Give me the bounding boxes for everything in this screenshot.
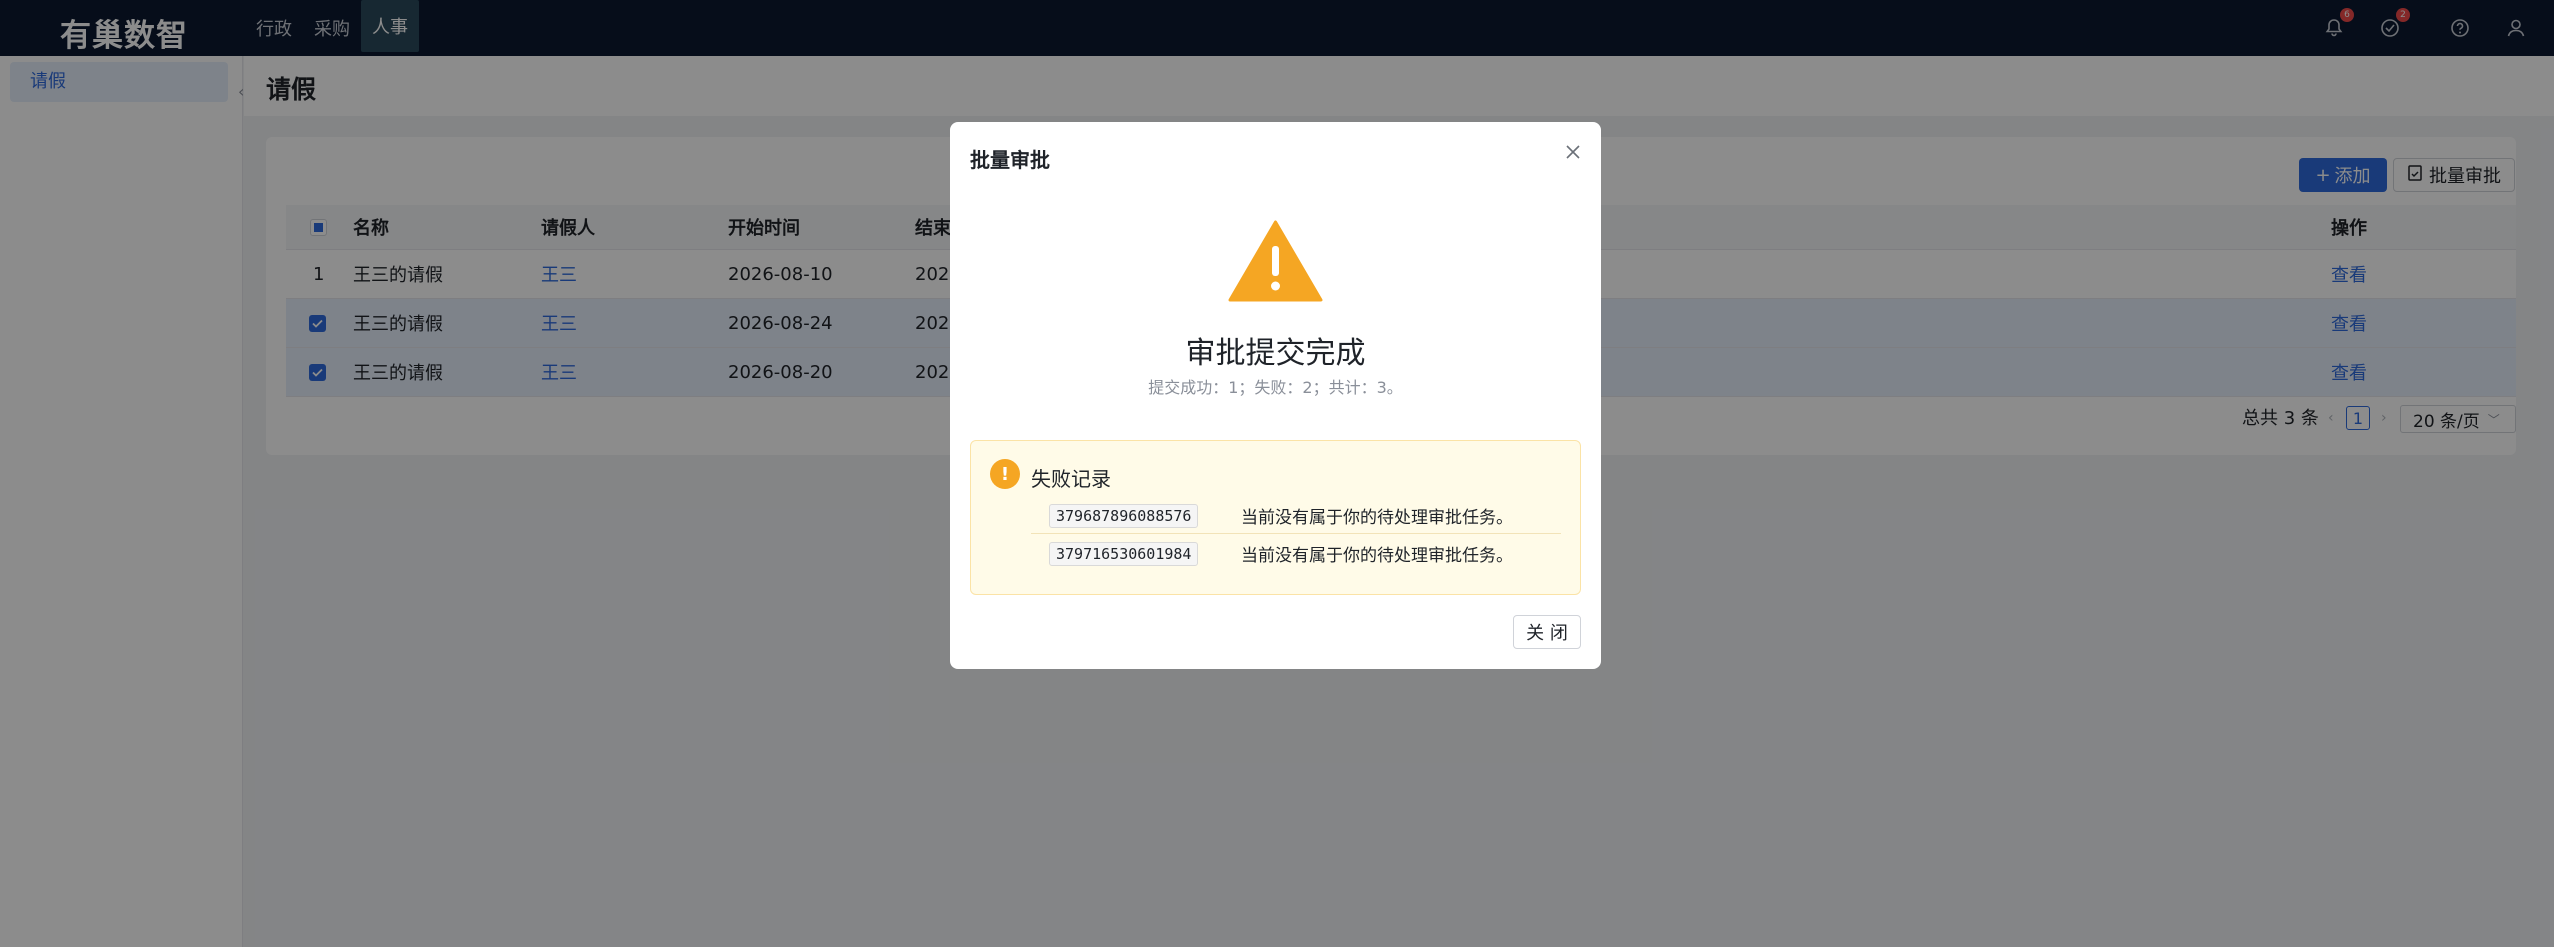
batch-approve-modal: 批量审批 审批提交完成 提交成功：1；失败：2；共计：3。 ! 失败记录 379… bbox=[950, 122, 1601, 669]
failure-record-id: 379716530601984 bbox=[1049, 542, 1199, 566]
failure-record-message: 当前没有属于你的待处理审批任务。 bbox=[1241, 546, 1513, 566]
result-summary: 提交成功：1；失败：2；共计：3。 bbox=[1148, 378, 1403, 397]
close-button[interactable]: 关 闭 bbox=[1513, 615, 1581, 649]
result-title: 审批提交完成 bbox=[1185, 336, 1366, 371]
exclamation-icon: ! bbox=[990, 459, 1020, 489]
modal-title: 批量审批 bbox=[970, 148, 1050, 172]
failure-records-panel: ! 失败记录 379687896088576 当前没有属于你的待处理审批任务。 … bbox=[970, 440, 1581, 595]
failure-record: 379687896088576 当前没有属于你的待处理审批任务。 bbox=[1031, 497, 1561, 534]
failure-record-message: 当前没有属于你的待处理审批任务。 bbox=[1241, 508, 1513, 528]
failure-record-id: 379687896088576 bbox=[1049, 504, 1199, 528]
failure-records-title: 失败记录 bbox=[1031, 467, 1111, 491]
failure-record: 379716530601984 当前没有属于你的待处理审批任务。 bbox=[1031, 535, 1561, 572]
warning-icon bbox=[1228, 220, 1323, 307]
close-icon[interactable] bbox=[1559, 138, 1587, 166]
